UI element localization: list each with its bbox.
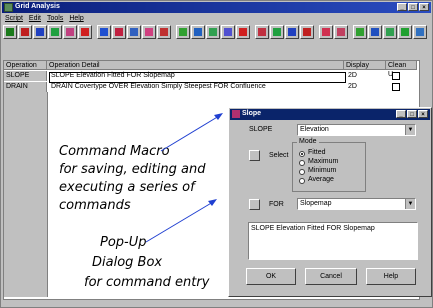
mode-label: Mode xyxy=(297,138,319,145)
mode-option-label: Average xyxy=(308,176,334,183)
dialog-maximize-button[interactable]: □ xyxy=(407,110,417,118)
mode-option-label: Maximum xyxy=(308,158,339,165)
mode-radio-fitted[interactable] xyxy=(299,151,305,157)
grid-analysis-window: Grid Analysis _ □ × Script Edit Tools He… xyxy=(0,0,433,308)
arrow-to-dialog xyxy=(145,201,214,243)
select-label: Select xyxy=(269,152,289,159)
slope-label: SLOPE xyxy=(249,126,273,133)
mode-radio-minimum[interactable] xyxy=(299,169,305,175)
select-button[interactable] xyxy=(249,150,260,161)
slope-map-select[interactable]: Elevation ▼ xyxy=(297,124,416,136)
chevron-down-icon[interactable]: ▼ xyxy=(405,125,415,135)
dialog-close-button[interactable]: × xyxy=(418,110,428,118)
for-map-value: Slopemap xyxy=(300,200,332,207)
for-map-input[interactable]: Slopemap ▼ xyxy=(297,198,416,210)
mode-option-label: Fitted xyxy=(308,149,326,156)
command-text-area[interactable]: SLOPE Elevation Fitted FOR Slopemap xyxy=(248,222,418,260)
arrow-to-table xyxy=(160,115,220,152)
mode-radio-average[interactable] xyxy=(299,178,305,184)
chevron-down-icon[interactable]: ▼ xyxy=(405,199,415,209)
arrowhead xyxy=(208,199,217,206)
mode-group: Mode Fitted Maximum Minimum Average xyxy=(292,138,366,192)
for-button[interactable] xyxy=(249,199,260,210)
help-button[interactable]: Help xyxy=(366,268,416,285)
dialog-title-bar[interactable]: Slope _ □ × xyxy=(230,109,430,120)
dialog-title: Slope xyxy=(242,110,262,117)
for-label: FOR xyxy=(269,201,284,208)
command-text: SLOPE Elevation Fitted FOR Slopemap xyxy=(251,225,375,232)
slope-dialog: Slope _ □ × SLOPE Elevation ▼ Select Mod… xyxy=(228,107,432,297)
mode-option-label: Minimum xyxy=(308,167,337,174)
ok-button[interactable]: OK xyxy=(246,268,296,285)
slope-map-value: Elevation xyxy=(300,126,329,133)
cancel-button[interactable]: Cancel xyxy=(305,268,357,285)
mode-radio-maximum[interactable] xyxy=(299,160,305,166)
arrowhead xyxy=(214,113,223,120)
dialog-minimize-button[interactable]: _ xyxy=(396,110,406,118)
status-bar xyxy=(3,300,430,306)
dialog-app-icon xyxy=(232,110,240,118)
